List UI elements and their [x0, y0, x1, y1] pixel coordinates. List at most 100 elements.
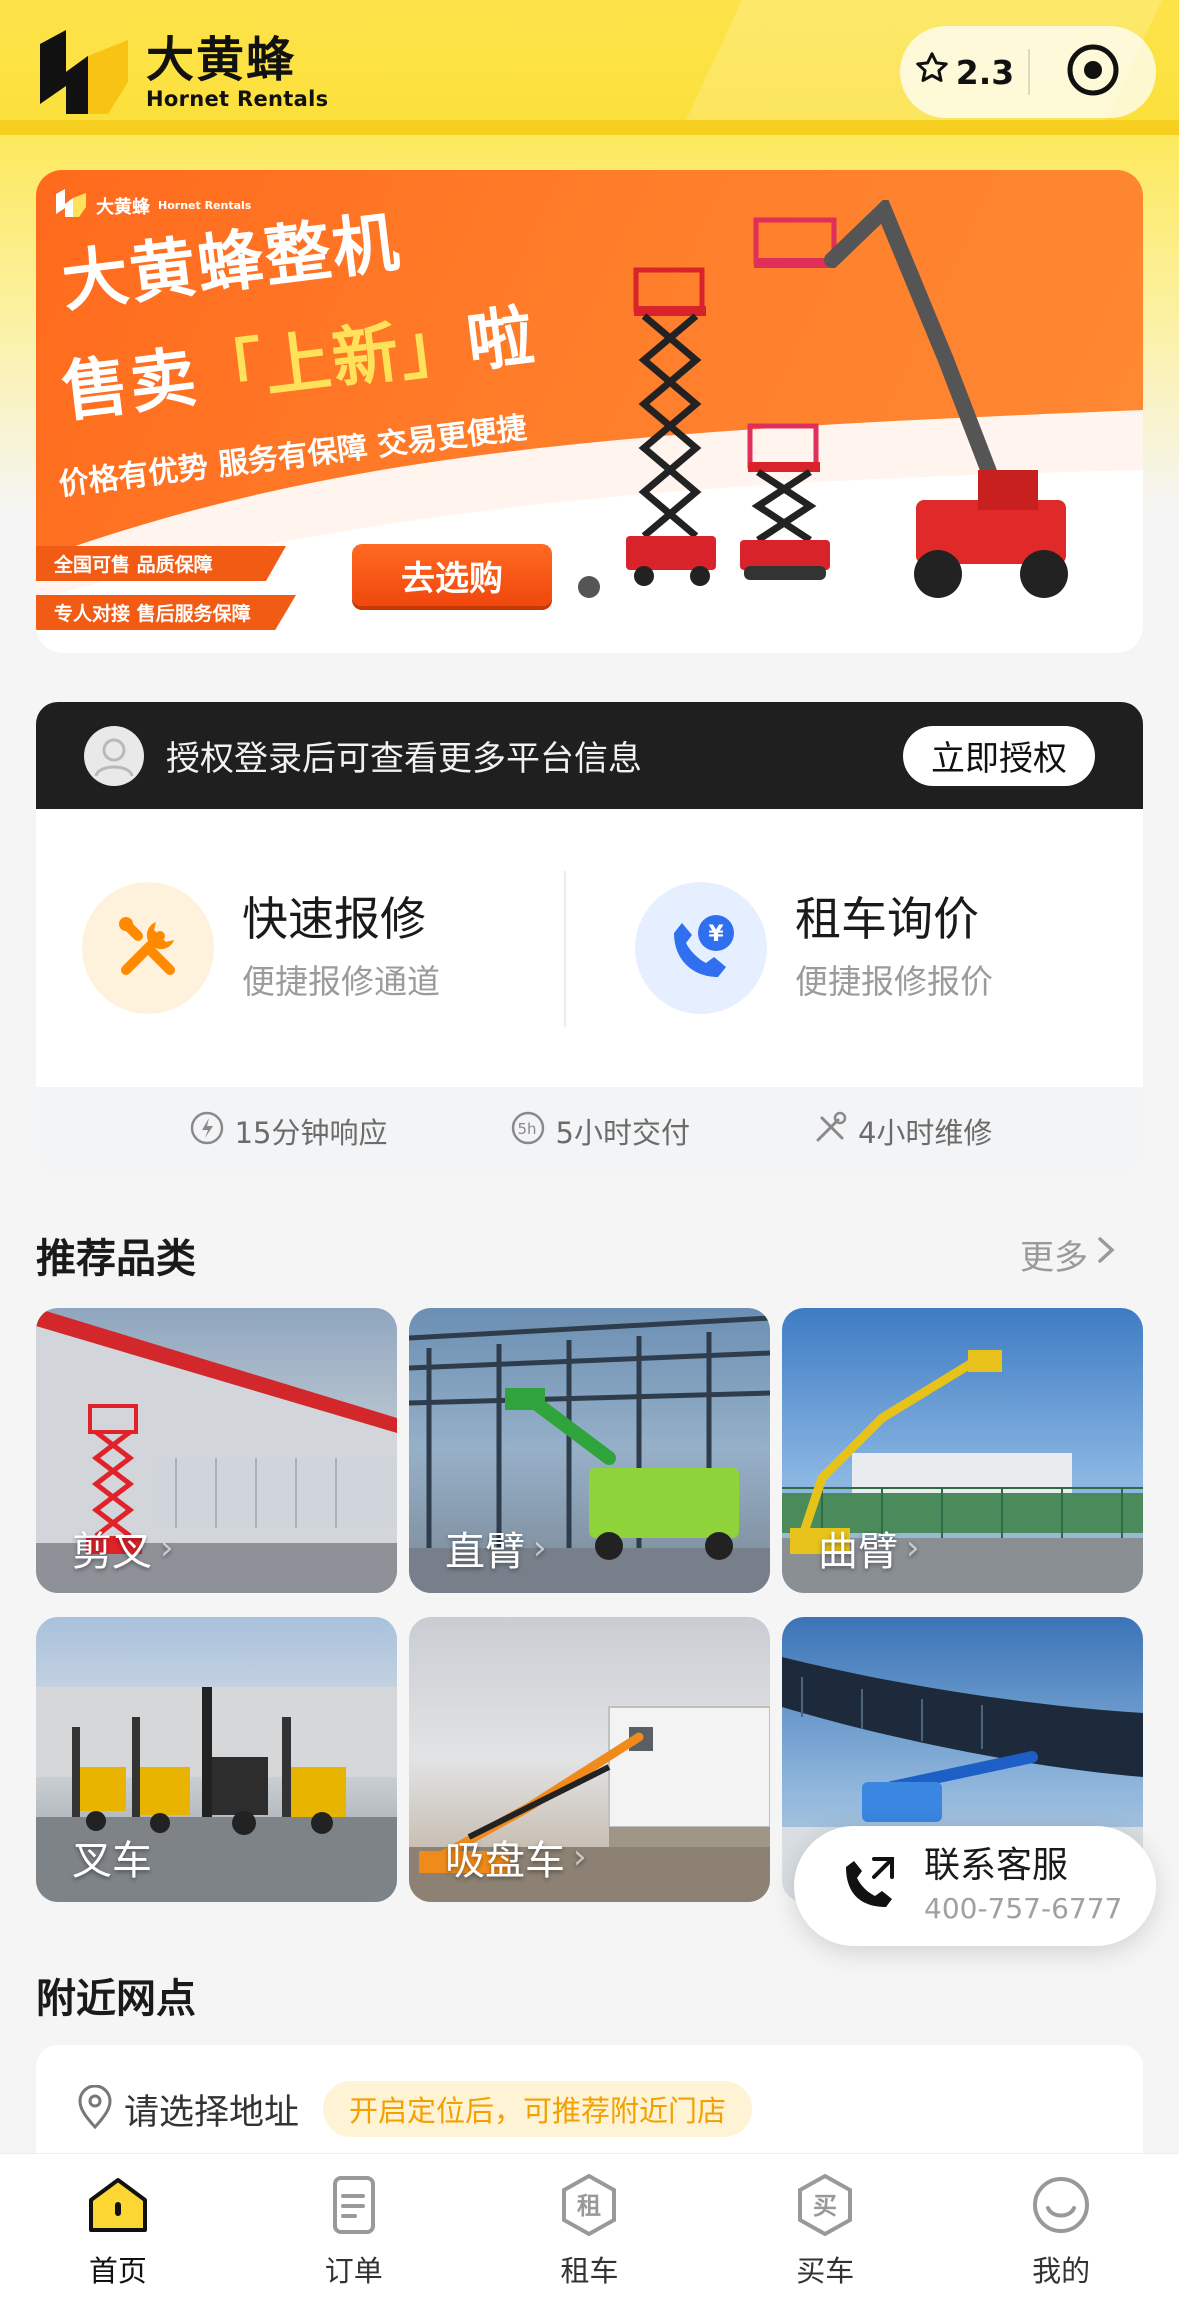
tab-label: 首页: [88, 2254, 147, 2288]
service-features: 15分钟响应 5h 5小时交付 4小时维修: [36, 1087, 1143, 1175]
chevron-right-icon: ›: [533, 1528, 547, 1568]
logo-subtitle: Hornet Rentals: [146, 87, 329, 111]
category-name: 直臂: [445, 1529, 525, 1575]
chevron-right-icon: ›: [160, 1528, 174, 1568]
category-card-scissor[interactable]: 剪叉 ›: [36, 1308, 397, 1593]
svg-text:¥: ¥: [708, 922, 724, 947]
wrench-icon: [82, 882, 214, 1014]
category-name: 剪叉: [72, 1529, 152, 1575]
tab-label: 买车: [796, 2254, 855, 2288]
login-prompt-bar: 授权登录后可查看更多平台信息 立即授权: [36, 702, 1143, 809]
more-label: 更多: [1020, 1238, 1088, 1278]
rental-quote-subtitle: 便捷报修报价: [795, 962, 993, 1001]
tab-label: 订单: [324, 2254, 383, 2288]
svg-text:5h: 5h: [517, 1120, 536, 1138]
feature-item: 4小时维修: [810, 1108, 992, 1155]
bottom-tab-bar: 首页 订单 租 租车 买 买车 我的: [0, 2154, 1179, 2300]
chevron-right-icon: ›: [906, 1528, 920, 1568]
five-hour-icon: 5h: [508, 1108, 548, 1155]
feature-item: 5h 5小时交付: [508, 1108, 690, 1155]
tab-rent[interactable]: 租 租车: [472, 2154, 708, 2300]
banner-tags: 全国可售 品质保障 专人对接 售后服务保障: [36, 546, 296, 644]
category-label: 剪叉 ›: [72, 1519, 174, 1577]
feature-item: 15分钟响应: [187, 1108, 388, 1155]
svg-text:买: 买: [813, 2192, 837, 2220]
feature-label: 5小时交付: [555, 1116, 690, 1150]
nearby-title: 附近网点: [36, 1976, 196, 2022]
quick-actions: 快速报修 便捷报修通道 ¥ 租车询价 便捷报修报价: [36, 809, 1143, 1087]
enable-location-hint[interactable]: 开启定位后，可推荐附近门店: [323, 2081, 753, 2137]
category-label: 叉车: [72, 1828, 152, 1886]
quick-divider: [564, 871, 566, 1027]
banner-tag: 专人对接 售后服务保障: [36, 595, 296, 630]
location-pin-icon: [76, 2084, 114, 2133]
category-label: 曲臂 ›: [818, 1519, 920, 1577]
feature-label: 15分钟响应: [234, 1116, 388, 1150]
category-label: 直臂 ›: [445, 1519, 547, 1577]
category-label: 吸盘车 ›: [445, 1828, 587, 1886]
tab-label: 租车: [560, 2254, 619, 2288]
banner-headline-2-prefix: 售卖: [57, 338, 203, 432]
chevron-right-icon: [1094, 1233, 1118, 1276]
banner-headline-highlight: 「上新」: [192, 305, 473, 415]
category-name: 曲臂: [818, 1529, 898, 1575]
phone-yuan-icon: ¥: [635, 882, 767, 1014]
tab-buy[interactable]: 买 买车: [707, 2154, 943, 2300]
promo-banner[interactable]: 大黄蜂 Hornet Rentals 大黄蜂整机 售卖「上新」啦 价格有优势 服…: [36, 170, 1143, 653]
buy-icon: 买: [792, 2173, 858, 2240]
rating-button[interactable]: 2.3: [900, 50, 1028, 94]
rent-icon: 租: [556, 2173, 622, 2240]
miniapp-capsule: 2.3: [900, 26, 1156, 118]
rating-value: 2.3: [955, 52, 1015, 92]
order-icon: [321, 2174, 387, 2240]
star-icon: [914, 50, 950, 94]
contact-service-button[interactable]: 联系客服 400-757-6777: [794, 1826, 1156, 1946]
header-stripe: [0, 120, 1179, 135]
lightning-clock-icon: [187, 1108, 227, 1155]
banner-shop-button[interactable]: 去选购: [352, 544, 552, 606]
category-card-forklift[interactable]: 叉车: [36, 1617, 397, 1902]
login-message: 授权登录后可查看更多平台信息: [166, 739, 642, 779]
banner-headline-2-suffix: 啦: [462, 296, 540, 382]
category-card-straight-boom[interactable]: 直臂 ›: [409, 1308, 770, 1593]
service-card: 授权登录后可查看更多平台信息 立即授权 快速报修 便捷报修通道 ¥ 租车询价 便…: [36, 702, 1143, 1175]
rental-quote-entry[interactable]: ¥ 租车询价 便捷报修报价: [589, 809, 1142, 1087]
avatar-placeholder-icon: [84, 725, 144, 786]
quick-repair-title: 快速报修: [242, 892, 426, 946]
tab-label: 我的: [1032, 2254, 1091, 2288]
quick-repair-entry[interactable]: 快速报修 便捷报修通道: [36, 809, 589, 1087]
tab-profile[interactable]: 我的: [943, 2154, 1179, 2300]
tab-orders[interactable]: 订单: [236, 2154, 472, 2300]
location-row: 请选择地址 开启定位后，可推荐附近门店: [76, 2081, 753, 2137]
banner-brand-text: 大黄蜂: [96, 196, 150, 218]
more-categories-link[interactable]: 更多: [1020, 1230, 1118, 1279]
category-name: 叉车: [72, 1838, 152, 1884]
quick-repair-subtitle: 便捷报修通道: [242, 962, 440, 1001]
contact-label: 联系客服: [924, 1845, 1069, 1886]
profile-icon: [1028, 2174, 1094, 2240]
authorize-button[interactable]: 立即授权: [903, 725, 1095, 786]
recommended-title: 推荐品类: [36, 1236, 196, 1282]
app-logo: 大黄蜂 Hornet Rentals: [36, 26, 328, 118]
hornet-small-logo-icon: [54, 188, 88, 223]
carousel-indicator: [578, 576, 600, 598]
hornet-logo-icon: [36, 26, 132, 118]
banner-tag: 全国可售 品质保障: [36, 546, 286, 581]
aerial-lift-illustration: [626, 200, 1068, 598]
tab-home[interactable]: 首页: [0, 2154, 236, 2300]
phone-icon: [834, 1849, 904, 1923]
tools-icon: [810, 1108, 850, 1155]
svg-text:租: 租: [577, 2192, 601, 2220]
contact-phone: 400-757-6777: [924, 1892, 1123, 1925]
logo-title: 大黄蜂: [146, 32, 297, 88]
chevron-right-icon: ›: [573, 1837, 587, 1877]
category-name: 吸盘车: [445, 1838, 565, 1884]
rental-quote-title: 租车询价: [795, 892, 979, 946]
feature-label: 4小时维修: [857, 1116, 993, 1150]
category-card-articulated-boom[interactable]: 曲臂 ›: [782, 1308, 1143, 1593]
select-address-button[interactable]: 请选择地址: [124, 2084, 299, 2135]
target-circle-icon: [1066, 43, 1120, 101]
category-card-suction-crane[interactable]: 吸盘车 ›: [409, 1617, 770, 1902]
home-icon: [85, 2174, 151, 2240]
close-miniapp-button[interactable]: [1030, 43, 1156, 101]
